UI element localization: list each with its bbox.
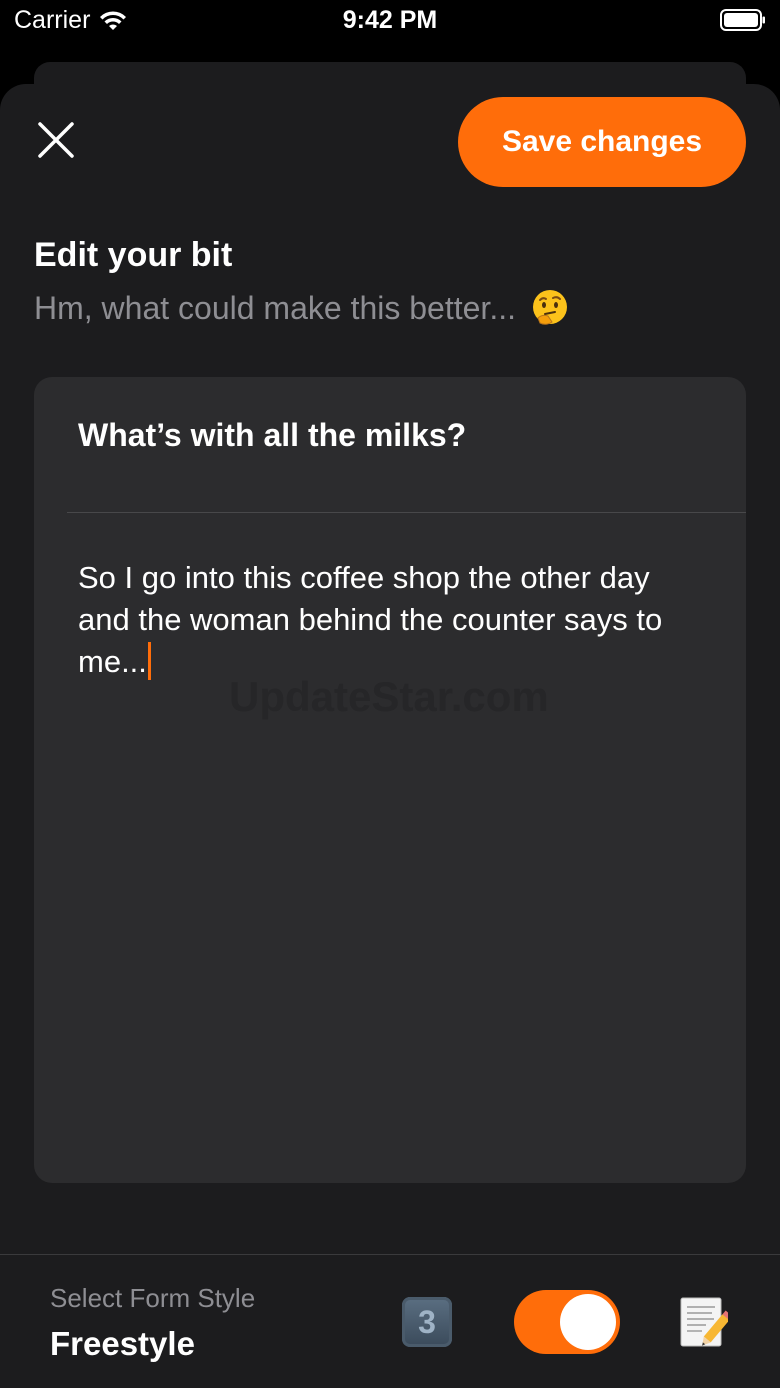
page-subtitle: Hm, what could make this better...	[34, 289, 516, 326]
bit-title-field[interactable]: What’s with all the milks?	[78, 417, 466, 454]
text-caret	[147, 642, 151, 680]
toggle-knob	[560, 1294, 616, 1350]
close-button[interactable]	[28, 112, 84, 168]
keycap-3-icon: 3	[402, 1297, 452, 1347]
bit-body-field[interactable]: So I go into this coffee shop the other …	[78, 557, 708, 683]
subtitle-row: Hm, what could make this better...	[34, 288, 570, 328]
save-changes-button[interactable]: Save changes	[458, 97, 746, 187]
bit-body-text: So I go into this coffee shop the other …	[78, 560, 663, 679]
form-style-label: Select Form Style	[50, 1283, 256, 1313]
bit-editor[interactable]: UpdateStar.com What’s with all the milks…	[34, 377, 746, 1183]
form-style-toolbar: Select Form Style Freestyle 3	[0, 1254, 780, 1388]
status-bar: Carrier 9:42 PM	[0, 0, 780, 44]
edit-sheet: Save changes Edit your bit Hm, what coul…	[0, 84, 780, 1388]
divider	[67, 512, 746, 513]
thinking-face-icon	[532, 290, 567, 325]
form-style-value[interactable]: Freestyle	[50, 1325, 195, 1363]
page-title: Edit your bit	[34, 236, 233, 274]
battery-icon	[720, 9, 765, 31]
clock: 9:42 PM	[342, 6, 438, 34]
keycap-number: 3	[418, 1303, 436, 1340]
memo-pencil-icon	[680, 1297, 728, 1347]
form-style-toggle[interactable]	[514, 1290, 620, 1354]
close-icon	[38, 122, 74, 158]
